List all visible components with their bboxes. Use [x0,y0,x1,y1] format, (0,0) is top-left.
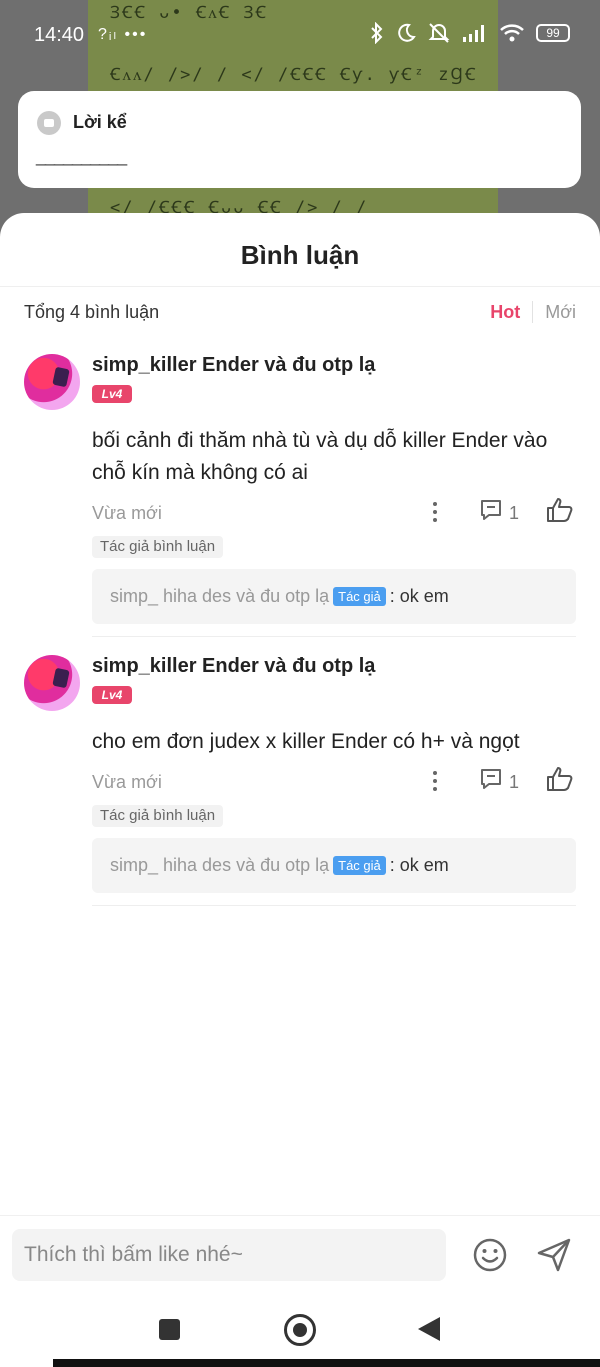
comment-icon[interactable] [479,767,503,791]
avatar[interactable] [24,655,80,711]
level-badge: Lv4 [92,385,132,403]
comment-text: bối cảnh đi thăm nhà tù và dụ dỗ killer … [92,429,548,484]
reply-author[interactable]: simp_ hiha des và đu otp lạ [110,586,329,607]
reply-author[interactable]: simp_ hiha des và đu otp lạ [110,855,329,876]
comment-text: cho em đơn judex x killer Ender có h+ và… [92,730,520,753]
reply-count: 1 [509,772,520,792]
comment-time: Vừa mới [92,503,162,523]
status-right-icons: 99 [370,22,570,44]
reply-line: simp_ hiha des và đu otp lạ Tác giả : ok… [110,855,449,876]
narration-text: __________ [36,146,127,166]
bottom-edge-strip [53,1359,600,1367]
sort-separator [532,301,534,323]
author-comment-tag: Tác giả bình luận [92,536,224,558]
system-nav-bar [0,1303,600,1367]
recents-button[interactable] [159,1319,180,1340]
author-badge: Tác giả [333,587,386,606]
comment-divider [92,636,576,637]
moon-icon [398,23,416,42]
reply-message: : ok em [389,855,449,875]
sheet-title: Bình luận [240,240,360,270]
comment-total: Tổng 4 bình luận [24,302,160,322]
author-badge: Tác giả [333,856,386,875]
sort-hot-tab[interactable]: Hot [490,302,532,323]
more-vertical-icon[interactable] [425,500,445,526]
comment-icon[interactable] [479,498,503,522]
thumbs-up-icon[interactable] [546,766,574,792]
reply-message: : ok em [389,586,449,606]
comments-sheet: Bình luận Tổng 4 bình luận Hot Mới simp_… [0,213,600,1367]
reply-count: 1 [509,503,520,523]
narration-card[interactable]: Lời kể __________ [18,91,581,188]
header-divider [0,286,600,287]
reply-preview[interactable]: simp_ hiha des và đu otp lạ Tác giả : ok… [92,569,576,624]
comment-input-bar: Thích thì bấm like nhé~ [0,1215,600,1296]
more-vertical-icon[interactable] [425,769,445,795]
wifi-icon [500,24,524,42]
home-button[interactable] [284,1314,316,1346]
battery-indicator: 99 [536,24,570,42]
status-left-icons: ?ᵢₗ ••• [98,26,148,43]
author-comment-tag: Tác giả bình luận [92,805,224,827]
reply-line: simp_ hiha des và đu otp lạ Tác giả : ok… [110,586,449,607]
sort-toggle: Hot Mới [490,301,576,323]
sort-new-tab[interactable]: Mới [545,302,576,323]
reply-preview[interactable]: simp_ hiha des và đu otp lạ Tác giả : ok… [92,838,576,893]
comment-time: Vừa mới [92,772,162,792]
comment-username[interactable]: simp_killer Ender và đu otp lạ [92,354,375,377]
emoji-icon[interactable] [472,1237,508,1273]
level-badge: Lv4 [92,686,132,704]
thumbs-up-icon[interactable] [546,497,574,523]
comment-username[interactable]: simp_killer Ender và đu otp lạ [92,655,375,678]
comment-divider [92,905,576,906]
signal-icon [463,25,484,42]
mute-icon [428,23,450,43]
comment-input[interactable]: Thích thì bấm like nhé~ [12,1229,446,1281]
narration-icon [37,111,61,135]
avatar[interactable] [24,354,80,410]
send-icon[interactable] [536,1237,572,1273]
status-bar: 14:40 ?ᵢₗ ••• 99 [0,0,600,72]
back-button[interactable] [418,1317,440,1341]
narration-title: Lời kể [73,112,127,132]
bluetooth-icon [371,22,383,44]
status-time: 14:40 [34,24,85,46]
